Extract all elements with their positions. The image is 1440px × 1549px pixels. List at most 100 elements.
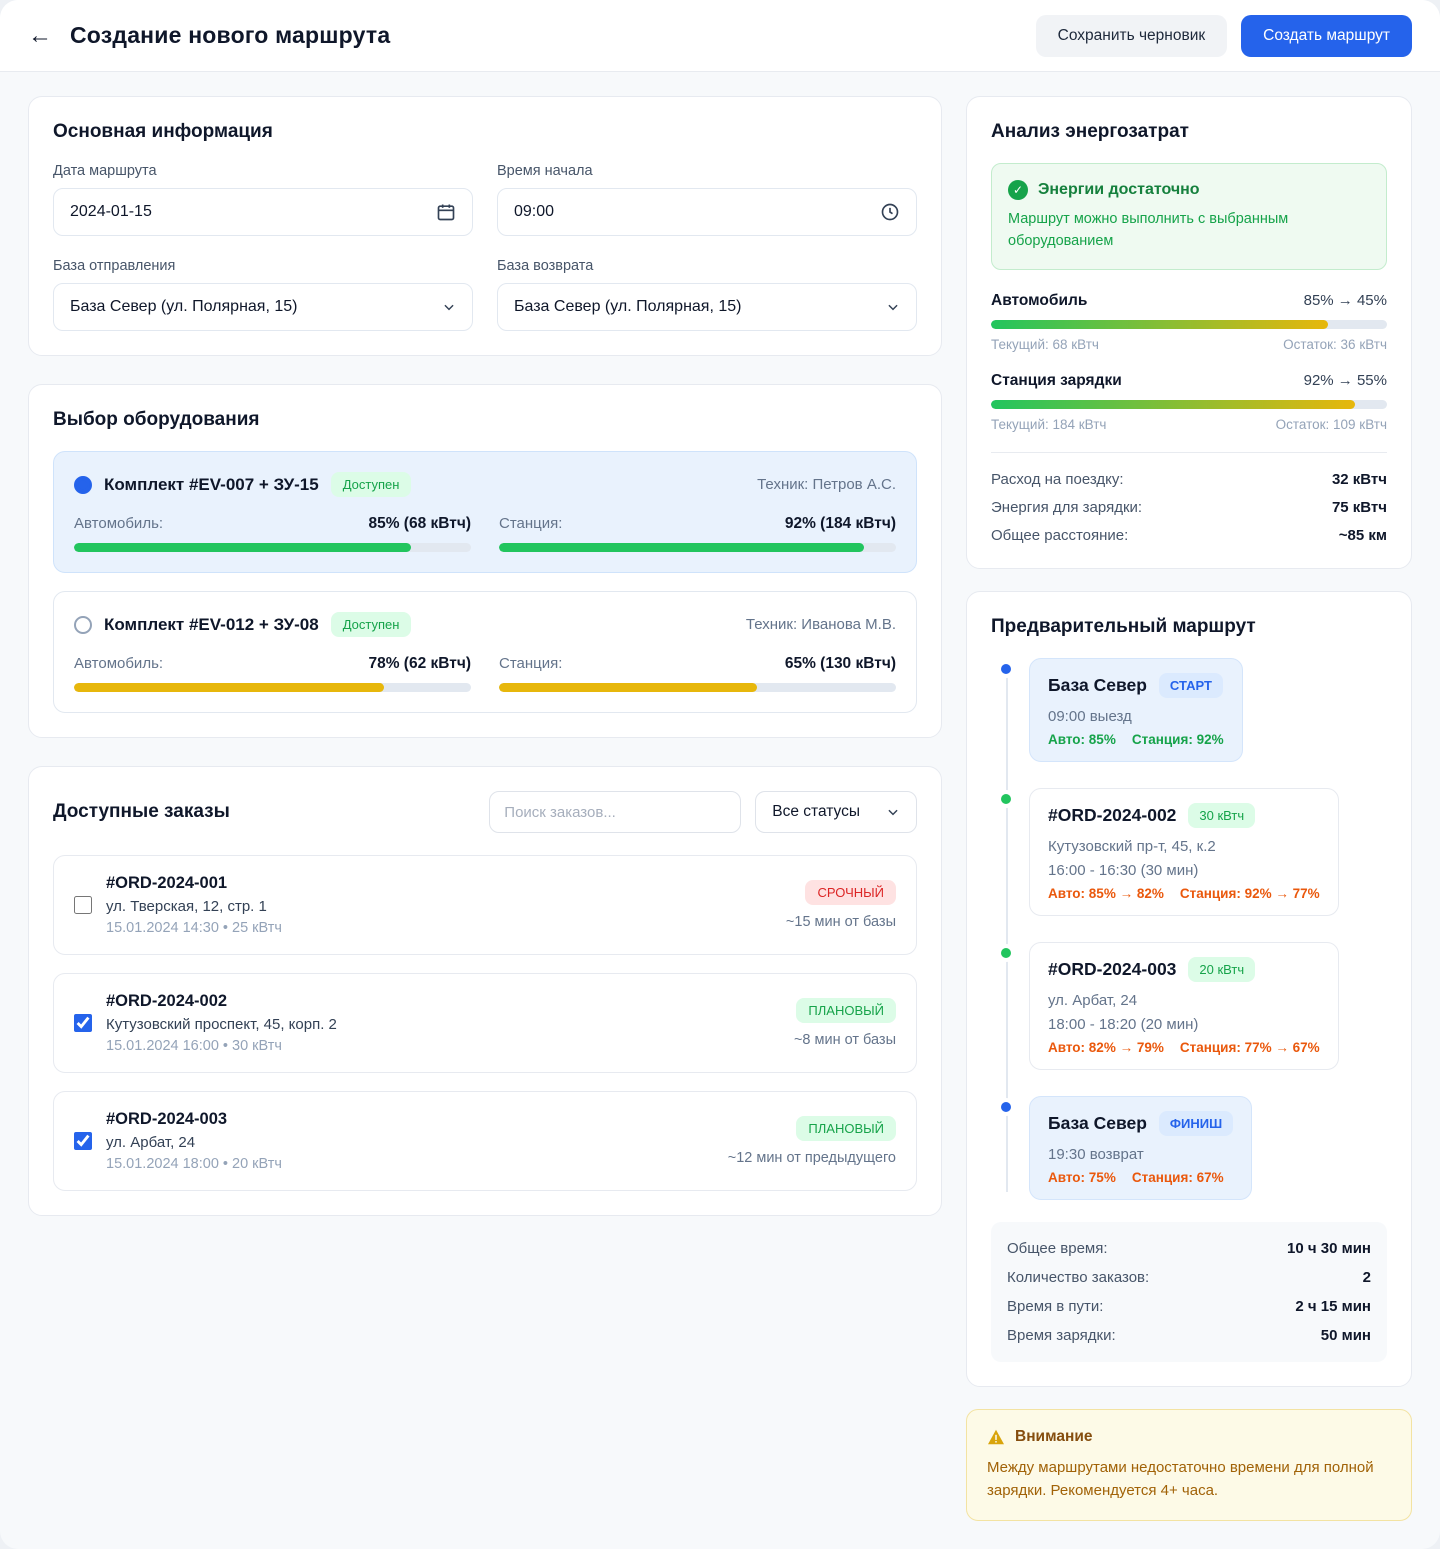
car-energy-label: Автомобиль: [991, 292, 1087, 310]
preliminary-route-card: Предварительный маршрут База Север СТАРТ…: [966, 591, 1412, 1387]
summary-label: Количество заказов:: [1007, 1269, 1149, 1286]
stop-badge: СТАРТ: [1159, 673, 1223, 698]
order-distance: ~15 мин от базы: [786, 914, 896, 930]
car-label: Автомобиль:: [74, 515, 163, 532]
order-meta: 15.01.2024 18:00 • 20 кВтч: [106, 1156, 282, 1172]
summary-label: Время зарядки:: [1007, 1327, 1116, 1344]
orders-title: Доступные заказы: [53, 801, 230, 823]
equipment-option-ev007[interactable]: Комплект #EV-007 + ЗУ-15 Доступен Техник…: [53, 451, 917, 573]
save-draft-button[interactable]: Сохранить черновик: [1036, 15, 1228, 57]
summary-value: 50 мин: [1321, 1327, 1371, 1344]
stop-time: 19:30 возврат: [1048, 1146, 1233, 1163]
order-right: ПЛАНОВЫЙ ~8 мин от базы: [794, 998, 896, 1048]
station-energy-block: Станция зарядки 92% → 55% Текущий: 184 к…: [991, 372, 1387, 432]
stop-stat-auto: Авто: 75%: [1048, 1170, 1116, 1185]
stop-stat-station: Станция: 67%: [1132, 1170, 1224, 1185]
status-filter-value: Все статусы: [772, 803, 860, 821]
radio-selected-icon[interactable]: [74, 476, 92, 494]
depart-base-select[interactable]: База Север (ул. Полярная, 15): [53, 283, 473, 331]
start-time-input[interactable]: 09:00: [497, 188, 917, 236]
stop-stats: Авто: 82% → 79% Станция: 77% → 67%: [1048, 1040, 1320, 1055]
car-energy-block: Автомобиль 85% → 45% Текущий: 68 кВтч Ос…: [991, 292, 1387, 352]
order-row-002[interactable]: #ORD-2024-002 Кутузовский проспект, 45, …: [53, 973, 917, 1073]
orders-header: Доступные заказы Все статусы: [53, 791, 917, 833]
stop-stat-station: Станция: 77% → 67%: [1180, 1040, 1320, 1055]
route-summary: Общее время: 10 ч 30 мин Количество зака…: [991, 1222, 1387, 1362]
depart-base-label: База отправления: [53, 258, 473, 274]
order-row-003[interactable]: #ORD-2024-003 ул. Арбат, 24 15.01.2024 1…: [53, 1091, 917, 1191]
route-stop-finish: База Север ФИНИШ 19:30 возврат Авто: 75%…: [1029, 1096, 1387, 1200]
stop-stat-station: Станция: 92%: [1132, 732, 1224, 747]
check-circle-icon: ✓: [1008, 180, 1028, 200]
depart-base-field-group: База отправления База Север (ул. Полярна…: [53, 258, 473, 331]
order-id: #ORD-2024-003: [106, 1110, 282, 1129]
order-texts: #ORD-2024-003 ул. Арбат, 24 15.01.2024 1…: [106, 1110, 282, 1172]
route-date-input[interactable]: 2024-01-15: [53, 188, 473, 236]
car-progress-fill: [74, 543, 411, 552]
clock-icon: [880, 202, 900, 222]
left-column: Основная информация Дата маршрута 2024-0…: [28, 96, 942, 1216]
stop-stats: Авто: 75% Станция: 67%: [1048, 1170, 1233, 1185]
order-address: ул. Арбат, 24: [106, 1134, 282, 1151]
total-distance-row: Общее расстояние: ~85 км: [991, 527, 1387, 544]
station-charge-block: Станция: 65% (130 кВтч): [499, 655, 896, 692]
stop-name: #ORD-2024-003: [1048, 959, 1176, 980]
order-checkbox[interactable]: [74, 1132, 92, 1150]
order-row-001[interactable]: #ORD-2024-001 ул. Тверская, 12, стр. 1 1…: [53, 855, 917, 955]
order-meta: 15.01.2024 16:00 • 30 кВтч: [106, 1038, 337, 1054]
technician-label: Техник: Петров А.С.: [757, 476, 896, 493]
stop-stat-auto: Авто: 85%: [1048, 732, 1116, 747]
start-time-value: 09:00: [514, 203, 880, 221]
stat-value: 32 кВтч: [1332, 471, 1387, 488]
summary-label: Общее время:: [1007, 1240, 1108, 1257]
energy-analysis-card: Анализ энергозатрат ✓ Энергии достаточно…: [966, 96, 1412, 569]
stat-label: Расход на поездку:: [991, 471, 1124, 488]
chevron-down-icon: [886, 300, 900, 314]
station-energy-fill: [991, 400, 1355, 409]
car-energy-track: [991, 320, 1387, 329]
route-date-label: Дата маршрута: [53, 163, 473, 179]
page-title: Создание нового маршрута: [70, 22, 390, 49]
stop-badge: ФИНИШ: [1159, 1111, 1233, 1136]
order-checkbox[interactable]: [74, 1014, 92, 1032]
stop-card: #ORD-2024-002 30 кВтч Кутузовский пр-т, …: [1029, 788, 1339, 916]
return-base-select[interactable]: База Север (ул. Полярная, 15): [497, 283, 917, 331]
calendar-icon: [436, 202, 456, 222]
station-energy-label: Станция зарядки: [991, 372, 1122, 390]
back-button[interactable]: ←: [28, 24, 52, 48]
warning-title: Внимание: [1015, 1428, 1092, 1446]
order-texts: #ORD-2024-001 ул. Тверская, 12, стр. 1 1…: [106, 874, 282, 936]
chevron-down-icon: [442, 300, 456, 314]
car-progress-track: [74, 683, 471, 692]
route-timeline: База Север СТАРТ 09:00 выезд Авто: 85% С…: [991, 658, 1387, 1200]
equipment-title: Выбор оборудования: [53, 409, 917, 431]
stop-name: #ORD-2024-002: [1048, 805, 1176, 826]
radio-unselected-icon[interactable]: [74, 616, 92, 634]
stop-card: База Север СТАРТ 09:00 выезд Авто: 85% С…: [1029, 658, 1243, 762]
basic-info-title: Основная информация: [53, 121, 917, 143]
car-progress-track: [74, 543, 471, 552]
status-filter-select[interactable]: Все статусы: [755, 791, 917, 833]
order-distance: ~12 мин от предыдущего: [728, 1150, 896, 1166]
order-checkbox[interactable]: [74, 896, 92, 914]
order-right: СРОЧНЫЙ ~15 мин от базы: [786, 880, 896, 930]
equipment-bars: Автомобиль: 85% (68 кВтч) Станция: 92% (…: [74, 515, 896, 552]
header-actions: Сохранить черновик Создать маршрут: [1036, 15, 1412, 57]
orders-search-input[interactable]: [489, 791, 741, 833]
stat-value: 75 кВтч: [1332, 499, 1387, 516]
charge-time-row: Время зарядки: 50 мин: [1007, 1327, 1371, 1344]
timeline-dot: [1001, 948, 1011, 958]
order-status-badge: СРОЧНЫЙ: [805, 880, 896, 905]
equipment-option-ev012[interactable]: Комплект #EV-012 + ЗУ-08 Доступен Техник…: [53, 591, 917, 713]
stop-name: База Север: [1048, 675, 1147, 696]
station-label: Станция:: [499, 515, 562, 532]
create-route-button[interactable]: Создать маршрут: [1241, 15, 1412, 57]
energy-title: Анализ энергозатрат: [991, 121, 1387, 143]
return-base-label: База возврата: [497, 258, 917, 274]
station-progress-track: [499, 543, 896, 552]
energy-status-title: Энергии достаточно: [1038, 181, 1200, 199]
basic-info-card: Основная информация Дата маршрута 2024-0…: [28, 96, 942, 356]
page-header: ← Создание нового маршрута Сохранить чер…: [0, 0, 1440, 72]
stop-time: 09:00 выезд: [1048, 708, 1224, 725]
equipment-option-head: Комплект #EV-012 + ЗУ-08 Доступен Техник…: [74, 612, 896, 637]
